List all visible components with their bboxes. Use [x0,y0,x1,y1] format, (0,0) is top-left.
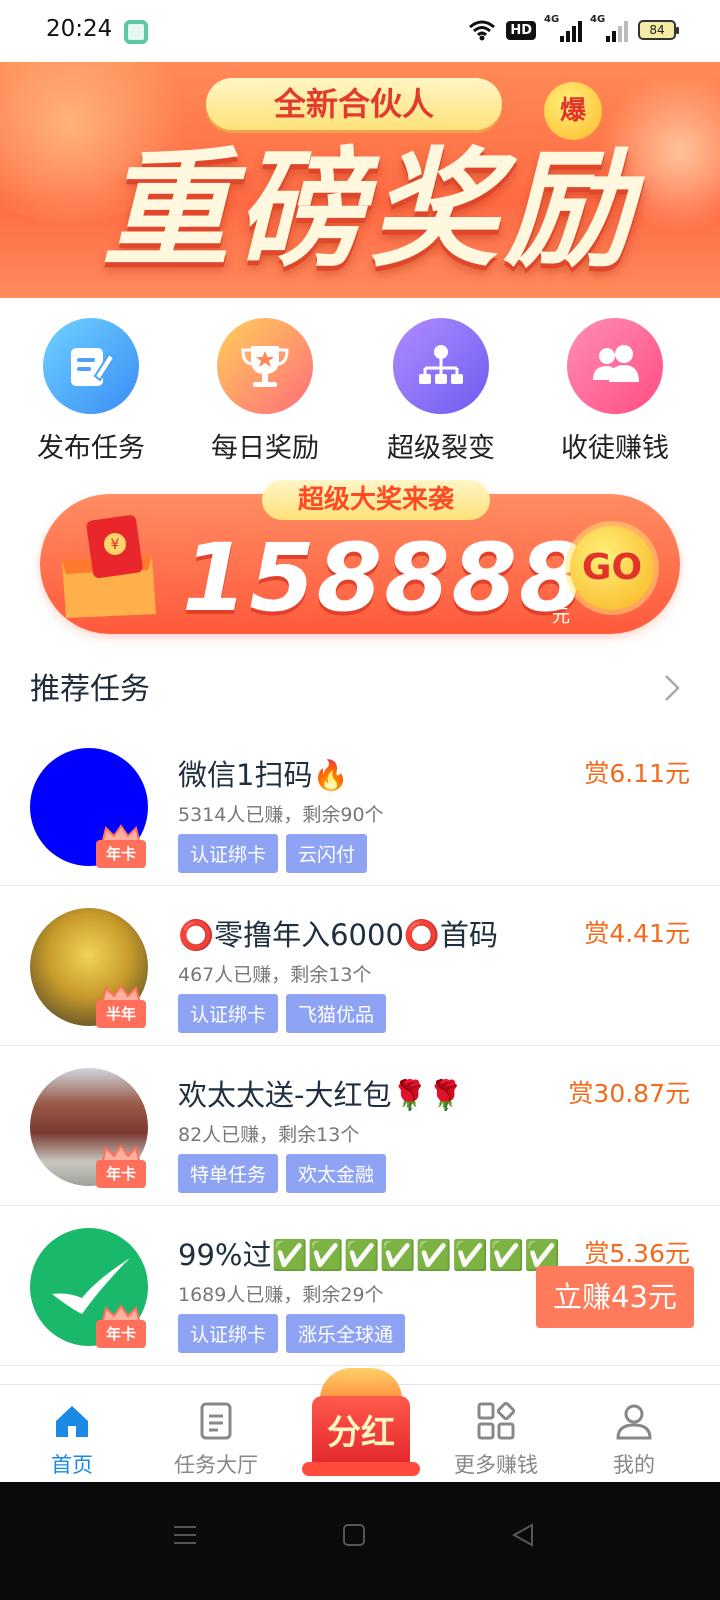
nav-home[interactable]: 首页 [12,1385,132,1479]
edit-icon [43,318,139,414]
membership-badge: 年卡 [96,1144,146,1190]
person-icon [616,1404,652,1440]
back-icon[interactable] [510,1522,536,1548]
task-reward: 赏5.36元 [584,1239,690,1268]
task-item[interactable]: 半年 ⭕零撸年入6000⭕首码 赏4.41元 467人已赚，剩余13个 认证绑卡… [0,886,720,1046]
task-stats: 5314人已赚，剩余90个 [178,804,384,826]
quick-action-recruit-earn[interactable]: 收徒赚钱 [530,318,700,465]
app-icon [124,20,148,44]
task-item[interactable]: 年卡 微信1扫码🔥 赏6.11元 5314人已赚，剩余90个 认证绑卡 云闪付 [0,726,720,886]
task-tag: 认证绑卡 [178,834,279,873]
quick-action-super-fission[interactable]: 超级裂变 [356,318,526,465]
quick-action-daily-reward[interactable]: 每日奖励 [180,318,350,465]
red-envelope-gift-icon: ¥ [62,515,156,618]
task-stats: 82人已赚，剩余13个 [178,1124,360,1146]
quick-action-label: 超级裂变 [387,433,495,464]
grid-icon [477,1401,516,1440]
task-title: ⭕零撸年入6000⭕首码 [178,918,499,952]
jackpot-tag: 超级大奖来袭 [262,480,490,520]
task-tags: 认证绑卡 涨乐全球通 [178,1314,406,1353]
membership-badge: 年卡 [96,1304,146,1350]
wifi-icon [469,20,496,41]
document-icon [200,1402,232,1440]
menu-icon[interactable] [172,1522,198,1548]
quick-action-label: 发布任务 [37,433,145,464]
task-tags: 认证绑卡 飞猫优品 [178,994,387,1033]
home-square-icon[interactable] [342,1522,366,1548]
system-nav-bar [0,1482,720,1600]
quick-action-label: 收徒赚钱 [561,433,669,464]
task-tag: 云闪付 [286,834,368,873]
membership-badge: 半年 [96,984,146,1030]
battery-icon: 84 [638,20,679,40]
hd-icon: HD [506,20,536,40]
jackpot-unit: 元 [552,606,570,627]
nav-task-hall[interactable]: 任务大厅 [156,1385,276,1479]
task-title: 99%过✅✅✅✅✅✅✅✅ [178,1238,561,1272]
status-time: 20:24 [46,16,113,42]
signal-icon: 4G [544,14,582,42]
banner-headline: 重磅奖励 [101,136,638,285]
nav-label: 我的 [613,1453,655,1477]
task-tag: 欢太金融 [286,1154,387,1193]
task-reward: 赏30.87元 [568,1079,690,1108]
nav-label: 更多赚钱 [454,1453,538,1477]
status-icons: HD 4G 4G 84 [468,14,679,42]
task-reward: 赏6.11元 [584,759,690,788]
nav-more-earn[interactable]: 更多赚钱 [436,1385,556,1479]
task-title: 微信1扫码🔥 [178,758,349,792]
dividend-button[interactable]: 分红 [302,1362,420,1478]
task-tag: 飞猫优品 [286,994,387,1033]
network-icon [393,318,489,414]
users-icon [567,318,663,414]
banner-pill-text: 全新合伙人 [206,78,502,130]
task-tag: 认证绑卡 [178,1314,279,1353]
task-tag: 特单任务 [178,1154,279,1193]
chevron-right-icon[interactable] [656,668,686,708]
quick-action-label: 每日奖励 [211,433,319,464]
task-item[interactable]: 年卡 欢太太送-大红包🌹🌹 赏30.87元 82人已赚，剩余13个 特单任务 欢… [0,1046,720,1206]
section-title: 推荐任务 [30,672,150,707]
jackpot-banner[interactable]: ¥ 超级大奖来袭 158888 元 GO [40,480,680,640]
status-bar: 20:24 HD 4G 4G 84 [0,0,720,62]
signal-icon: 4G [590,14,628,42]
dividend-label: 分红 [312,1396,410,1470]
hot-badge: 爆 [544,82,602,140]
promo-banner[interactable]: 全新合伙人 爆 重磅奖励 [0,62,720,298]
dividend-base [302,1462,420,1476]
task-tags: 特单任务 欢太金融 [178,1154,387,1193]
task-stats: 467人已赚，剩余13个 [178,964,372,986]
membership-badge: 年卡 [96,824,146,870]
nav-label: 任务大厅 [174,1453,258,1477]
earn-now-button[interactable]: 立赚43元 [536,1266,694,1328]
task-tags: 认证绑卡 云闪付 [178,834,368,873]
task-tag: 认证绑卡 [178,994,279,1033]
task-reward: 赏4.41元 [584,919,690,948]
home-icon [56,1406,88,1437]
task-title: 欢太太送-大红包🌹🌹 [178,1078,464,1112]
task-stats: 1689人已赚，剩余29个 [178,1284,384,1306]
jackpot-amount: 158888 [182,524,587,633]
quick-actions: 发布任务 每日奖励 超级裂变 收徒赚钱 [0,318,720,468]
svg-text:¥: ¥ [111,537,120,553]
nav-profile[interactable]: 我的 [574,1385,694,1479]
nav-label: 首页 [51,1453,93,1477]
go-button[interactable]: GO [570,526,654,610]
quick-action-publish-task[interactable]: 发布任务 [6,318,176,465]
trophy-icon [217,318,313,414]
task-tag: 涨乐全球通 [286,1314,406,1353]
